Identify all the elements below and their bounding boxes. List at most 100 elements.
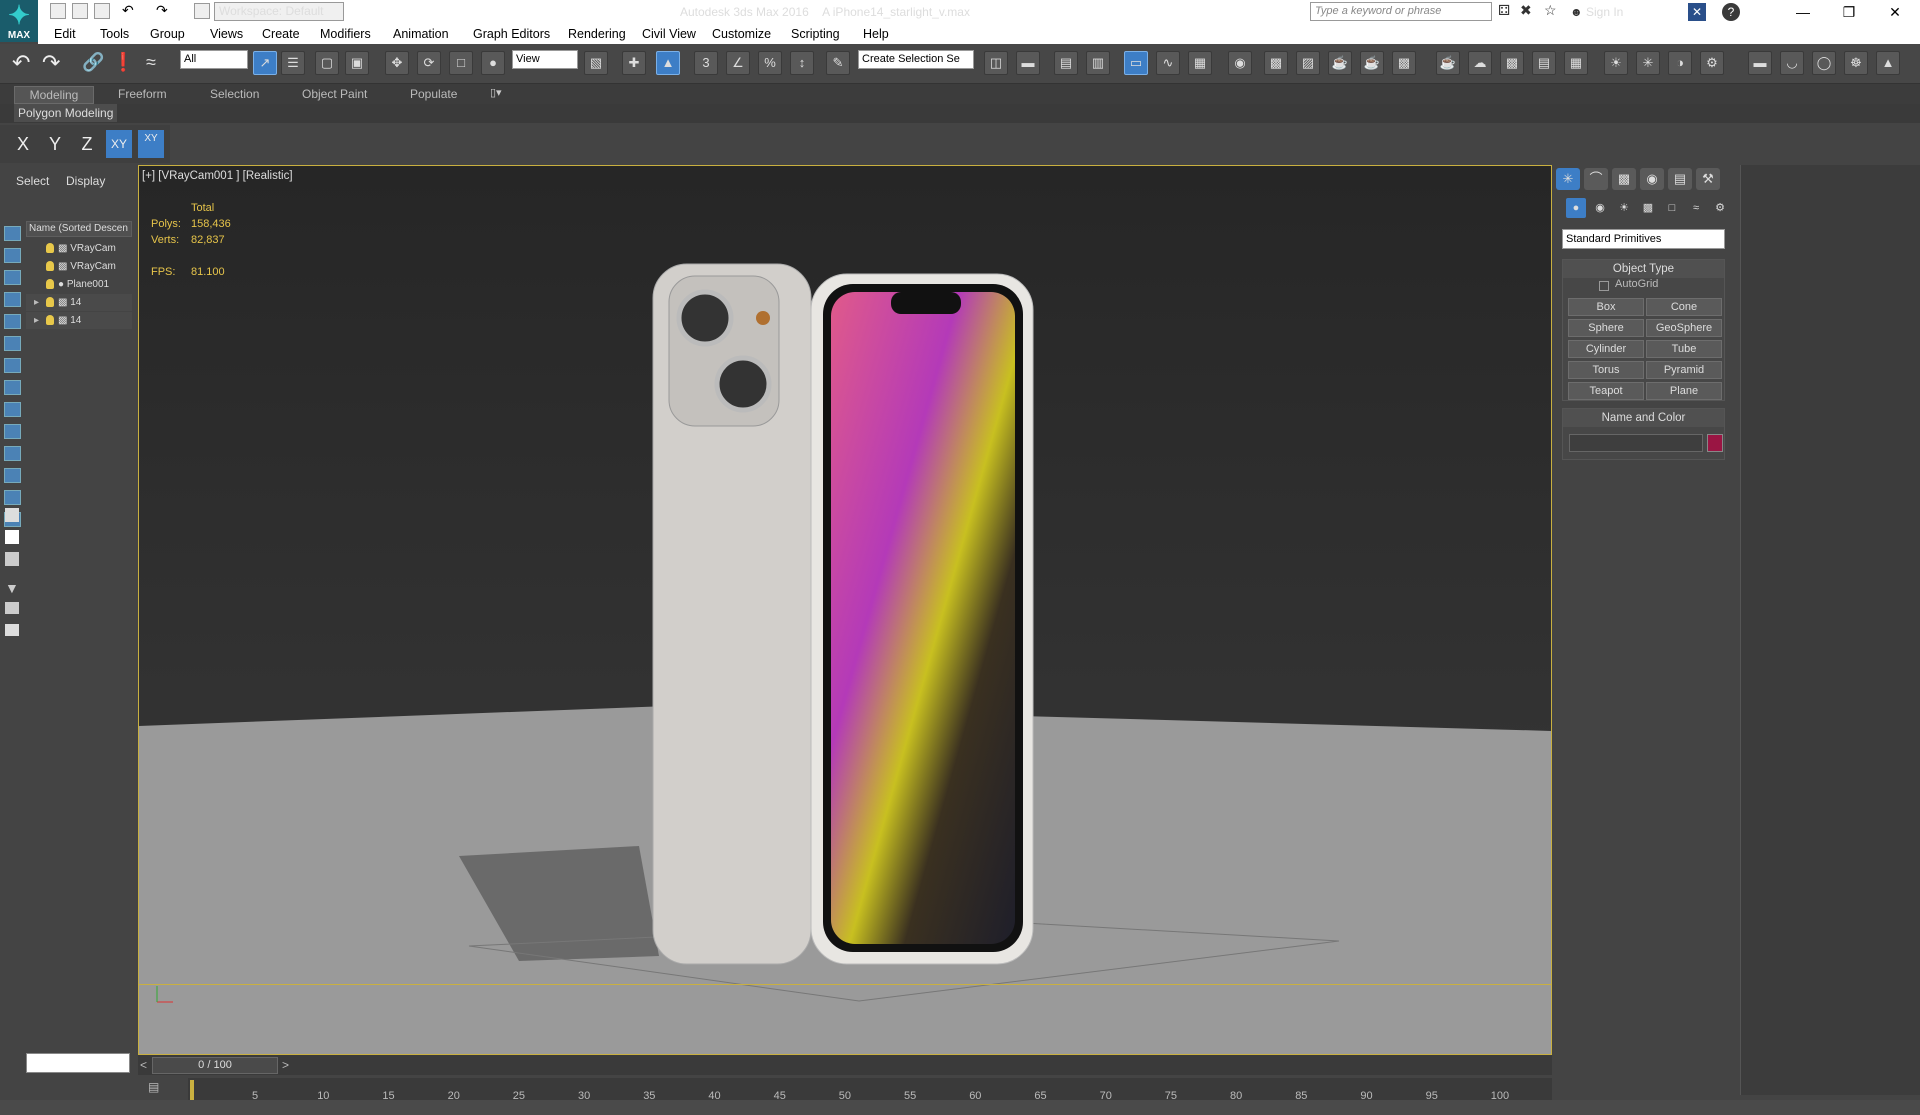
- explorer-tab-display[interactable]: Display: [66, 174, 105, 188]
- autogrid-checkbox[interactable]: [1599, 281, 1609, 291]
- undo-toolbar-icon[interactable]: ↶: [12, 50, 30, 76]
- sphere-button[interactable]: Sphere: [1568, 319, 1644, 337]
- menu-customize[interactable]: Customize: [712, 24, 771, 44]
- manipulate-icon[interactable]: ✚: [622, 51, 646, 75]
- vray-cloud-icon[interactable]: ☁: [1468, 51, 1492, 75]
- angle-snap-icon[interactable]: ∠: [726, 51, 750, 75]
- menu-modifiers[interactable]: Modifiers: [320, 24, 371, 44]
- options-icon[interactable]: [5, 624, 19, 636]
- next-frame-icon[interactable]: >: [282, 1058, 289, 1072]
- shapes-category-icon[interactable]: ◉: [1590, 198, 1610, 218]
- placement-icon[interactable]: ●: [481, 51, 505, 75]
- percent-snap-icon[interactable]: %: [758, 51, 782, 75]
- vray-teapot-icon[interactable]: ☕: [1436, 51, 1460, 75]
- spacewarps-category-icon[interactable]: ≈: [1686, 198, 1706, 218]
- axis-y-button[interactable]: Y: [42, 130, 68, 158]
- axis-xy-button[interactable]: XY: [106, 130, 132, 158]
- display-helpers-icon[interactable]: [4, 358, 21, 373]
- communication-icon[interactable]: ✖: [1520, 2, 1532, 19]
- mini-curve-editor-icon[interactable]: ▤: [148, 1080, 166, 1096]
- axis-z-button[interactable]: Z: [74, 130, 100, 158]
- edit-named-selection-icon[interactable]: ✎: [826, 51, 850, 75]
- geosphere-button[interactable]: GeoSphere: [1646, 319, 1722, 337]
- display-none-icon[interactable]: [4, 226, 21, 241]
- ribbon-toggle-icon[interactable]: ▭: [1124, 51, 1148, 75]
- cylinder-button[interactable]: Cylinder: [1568, 340, 1644, 358]
- scene-row-group-14a[interactable]: ▸ ▩ 14: [26, 294, 132, 311]
- select-object-icon[interactable]: ↗: [253, 51, 277, 75]
- light-bulb-icon[interactable]: [46, 297, 54, 308]
- spinner-snap-icon[interactable]: ↕: [790, 51, 814, 75]
- display-tab-icon[interactable]: ▤: [1668, 168, 1692, 190]
- move-icon[interactable]: ✥: [385, 51, 409, 75]
- rendered-frame-icon[interactable]: ▨: [1296, 51, 1320, 75]
- select-by-name-icon[interactable]: ☰: [281, 51, 305, 75]
- menu-edit[interactable]: Edit: [54, 24, 76, 44]
- viewport-label[interactable]: [+] [VRayCam001 ] [Realistic]: [142, 170, 293, 182]
- display-groups-icon[interactable]: [4, 402, 21, 417]
- light-bulb-icon[interactable]: [46, 243, 54, 254]
- create-tab-icon[interactable]: ✳: [1556, 168, 1580, 190]
- object-name-input[interactable]: [1569, 434, 1703, 452]
- camera-viewport[interactable]: [138, 165, 1552, 1055]
- selection-filter-dropdown[interactable]: All: [180, 50, 248, 69]
- window-crossing-icon[interactable]: ▣: [345, 51, 369, 75]
- vray-ies-icon[interactable]: ◑: [1668, 51, 1692, 75]
- scene-row-vraycam-1[interactable]: ▩ VRayCam: [26, 240, 132, 257]
- light-bulb-icon[interactable]: [46, 315, 54, 326]
- app-logo[interactable]: ✦ MAX: [0, 0, 38, 42]
- vray-plane-icon[interactable]: ▬: [1748, 51, 1772, 75]
- curve-editor-icon[interactable]: ∿: [1156, 51, 1180, 75]
- box-button[interactable]: Box: [1568, 298, 1644, 316]
- vray-sun-icon[interactable]: ✳: [1636, 51, 1660, 75]
- named-selection-dropdown[interactable]: Create Selection Se: [858, 50, 974, 69]
- display-all-icon[interactable]: [4, 248, 21, 263]
- redo-icon[interactable]: ↷: [156, 2, 168, 19]
- snaps-toggle-icon[interactable]: 3: [694, 51, 718, 75]
- menu-help[interactable]: Help: [863, 24, 889, 44]
- display-frozen-icon[interactable]: [4, 490, 21, 505]
- helpers-category-icon[interactable]: □: [1662, 198, 1682, 218]
- plane-button[interactable]: Plane: [1646, 382, 1722, 400]
- document-icon[interactable]: [5, 552, 19, 566]
- display-cameras-icon[interactable]: [4, 336, 21, 351]
- undo-icon[interactable]: ↶: [122, 2, 134, 19]
- teapot-button[interactable]: Teapot: [1568, 382, 1644, 400]
- utilities-tab-icon[interactable]: ⚒: [1696, 168, 1720, 190]
- vray-table-icon[interactable]: ▦: [1564, 51, 1588, 75]
- save-file-icon[interactable]: [94, 3, 110, 19]
- display-containers-icon[interactable]: [4, 468, 21, 483]
- light-bulb-icon[interactable]: [46, 279, 54, 290]
- reference-coordinate-dropdown[interactable]: View: [512, 50, 578, 69]
- modify-tab-icon[interactable]: ⌒: [1584, 168, 1608, 190]
- name-color-header[interactable]: Name and Color: [1563, 409, 1724, 427]
- favorites-star-icon[interactable]: ☆: [1544, 2, 1557, 19]
- minimize-icon[interactable]: —: [1780, 0, 1826, 24]
- render-production-icon[interactable]: ☕: [1328, 51, 1352, 75]
- new-file-icon[interactable]: [50, 3, 66, 19]
- ribbon-tab-freeform[interactable]: Freeform: [118, 86, 167, 103]
- display-geometry-icon[interactable]: [4, 270, 21, 285]
- ribbon-tab-object-paint[interactable]: Object Paint: [302, 86, 367, 103]
- scene-row-vraycam-2[interactable]: ▩ VRayCam: [26, 258, 132, 275]
- ribbon-options-icon[interactable]: ▯▾: [490, 86, 502, 99]
- lights-category-icon[interactable]: ☀: [1614, 198, 1634, 218]
- render-activeshade-icon[interactable]: ▩: [1392, 51, 1416, 75]
- layer-icon[interactable]: [5, 508, 19, 522]
- object-color-swatch[interactable]: [1707, 434, 1723, 452]
- vray-dome-icon[interactable]: ◡: [1780, 51, 1804, 75]
- material-editor-icon[interactable]: ◉: [1228, 51, 1252, 75]
- cone-button[interactable]: Cone: [1646, 298, 1722, 316]
- display-bones-icon[interactable]: [4, 446, 21, 461]
- cameras-category-icon[interactable]: ▩: [1638, 198, 1658, 218]
- autodesk-exchange-icon[interactable]: ✕: [1688, 3, 1706, 21]
- menu-rendering[interactable]: Rendering: [568, 24, 626, 44]
- mirror-icon[interactable]: ◫: [984, 51, 1008, 75]
- systems-category-icon[interactable]: ⚙: [1710, 198, 1730, 218]
- torus-button[interactable]: Torus: [1568, 361, 1644, 379]
- axis-x-button[interactable]: X: [10, 130, 36, 158]
- motion-tab-icon[interactable]: ◉: [1640, 168, 1664, 190]
- expand-arrow-icon[interactable]: ▸: [34, 312, 39, 329]
- light-bulb-icon[interactable]: [46, 261, 54, 272]
- scene-row-group-14b[interactable]: ▸ ▩ 14: [26, 312, 132, 329]
